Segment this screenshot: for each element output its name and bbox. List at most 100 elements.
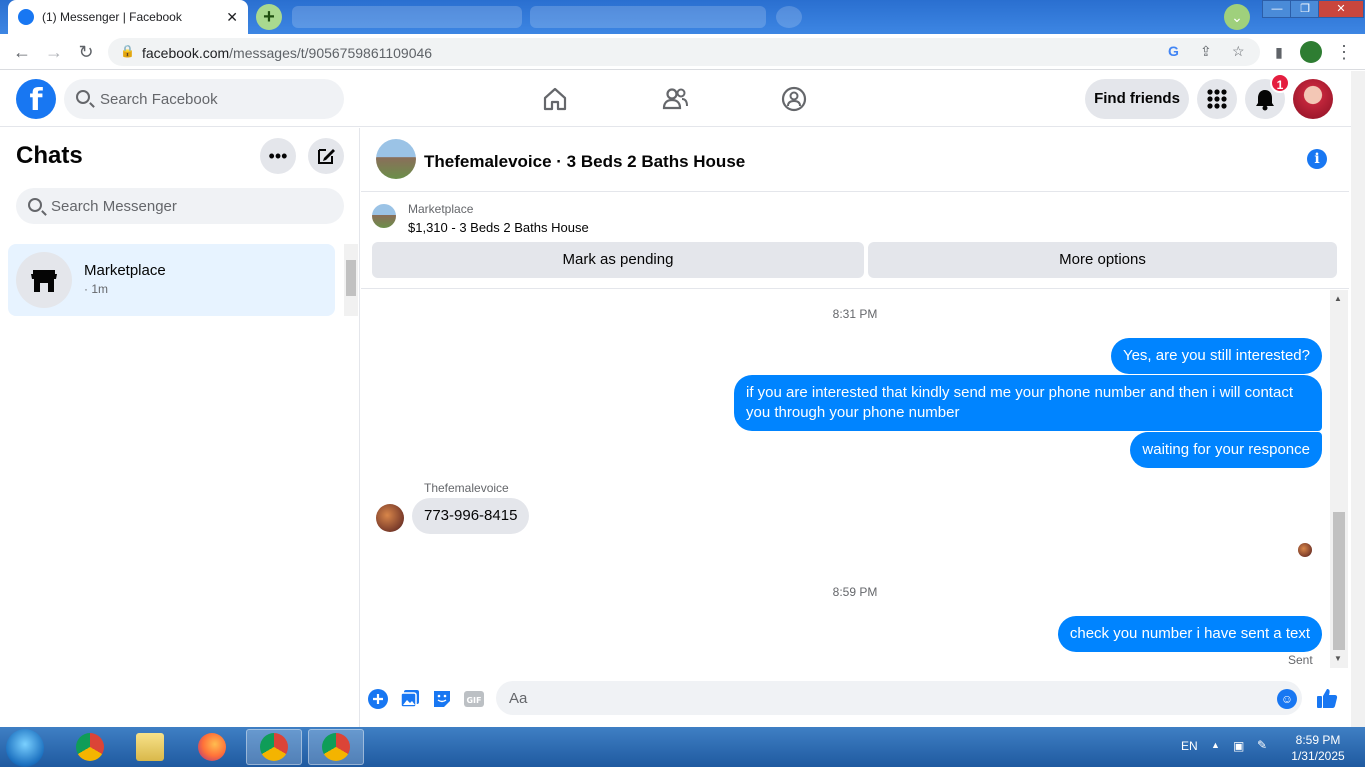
browser-toolbar: ← → ↻ 🔒 facebook.com/messages/t/90567598…	[0, 34, 1365, 70]
chrome-icon	[76, 733, 104, 761]
taskbar-firefox[interactable]	[184, 729, 240, 765]
taskbar-chrome-window-1[interactable]	[246, 729, 302, 765]
chrome-icon	[260, 733, 288, 761]
conversation-scrollbar[interactable]: ▲ ▼	[1330, 290, 1348, 668]
friends-icon[interactable]	[661, 85, 689, 113]
chats-sidebar: Chats ••• Search Messenger Marketplace ·…	[0, 128, 360, 727]
tab-search-chevron-icon[interactable]: ⌄	[1224, 4, 1250, 30]
outgoing-message[interactable]: Yes, are you still interested?	[1110, 338, 1322, 374]
listing-thumbnail[interactable]	[372, 204, 396, 228]
scroll-down-arrow-icon[interactable]: ▼	[1334, 654, 1342, 663]
sender-name: Thefemalevoice	[424, 481, 509, 495]
new-tab-button[interactable]: +	[256, 4, 282, 30]
message-composer: GIF Aa ☺	[361, 672, 1349, 726]
more-options-button[interactable]: More options	[868, 242, 1337, 278]
menu-grid-button[interactable]	[1197, 79, 1237, 119]
account-avatar[interactable]	[1293, 79, 1333, 119]
tab-close-icon[interactable]: ✕	[226, 9, 238, 26]
photo-icon[interactable]	[399, 688, 421, 710]
reload-icon[interactable]: ↻	[74, 40, 98, 64]
facebook-search-placeholder: Search Facebook	[100, 91, 218, 108]
browser-tab-messenger[interactable]: (1) Messenger | Facebook ✕	[8, 0, 248, 34]
sidebar-scrollbar[interactable]	[344, 244, 358, 316]
mark-as-pending-button[interactable]: Mark as pending	[372, 242, 864, 278]
share-icon[interactable]: ⇪	[1200, 43, 1212, 60]
new-message-button[interactable]	[308, 138, 344, 174]
chat-item-name: Marketplace	[84, 262, 166, 279]
clock-time: 8:59 PM	[1295, 733, 1341, 747]
compose-icon	[318, 149, 335, 164]
browser-tab-title: (1) Messenger | Facebook	[42, 10, 182, 24]
conversation-scrollbar-thumb[interactable]	[1333, 512, 1345, 650]
address-bar[interactable]: 🔒 facebook.com/messages/t/90567598611090…	[108, 38, 1260, 66]
search-messenger-input[interactable]: Search Messenger	[16, 188, 344, 224]
message-timestamp: 8:31 PM	[832, 307, 878, 321]
outgoing-message[interactable]: waiting for your responce	[1130, 432, 1322, 468]
taskbar-chrome-window-2[interactable]	[308, 729, 364, 765]
browser-tab-sheets[interactable]	[292, 6, 522, 28]
conversation-header: Thefemalevoice · 3 Beds 2 Baths House i	[361, 128, 1349, 192]
outgoing-message[interactable]: if you are interested that kindly send m…	[734, 375, 1322, 431]
marketplace-listing-panel: Marketplace $1,310 - 3 Beds 2 Baths Hous…	[361, 193, 1349, 289]
browser-tab-extra[interactable]	[776, 6, 802, 28]
start-button[interactable]	[6, 729, 44, 767]
emoji-icon[interactable]: ☺	[1277, 689, 1297, 709]
window-maximize-button[interactable]: ❐	[1290, 0, 1320, 18]
window-close-button[interactable]: ✕	[1318, 0, 1364, 18]
search-icon	[76, 90, 90, 104]
google-lens-icon[interactable]: G	[1168, 43, 1179, 59]
browser-tab-strip: (1) Messenger | Facebook ✕ + ⌄ — ❐ ✕	[0, 0, 1365, 34]
clock-date: 1/31/2025	[1291, 749, 1345, 763]
back-arrow-icon[interactable]: ←	[10, 40, 34, 64]
taskbar-file-explorer[interactable]	[122, 729, 178, 765]
conversation-title[interactable]: Thefemalevoice · 3 Beds 2 Baths House	[424, 152, 745, 172]
chrome-menu-icon[interactable]: ⋮	[1332, 40, 1356, 64]
info-icon[interactable]: i	[1307, 149, 1327, 169]
marketplace-label: Marketplace	[408, 202, 474, 216]
facebook-search-input[interactable]: Search Facebook	[64, 79, 344, 119]
message-timestamp: 8:59 PM	[832, 585, 878, 599]
incoming-message[interactable]: 773-996-8415	[412, 498, 530, 534]
groups-icon[interactable]	[780, 85, 808, 113]
window-minimize-button[interactable]: —	[1262, 0, 1292, 18]
sender-avatar[interactable]	[376, 504, 404, 532]
system-clock[interactable]: 8:59 PM 1/31/2025	[1280, 732, 1356, 764]
message-list: 8:31 PM Yes, are you still interested? i…	[361, 290, 1349, 670]
side-panel-icon[interactable]: ▮	[1267, 40, 1291, 64]
chrome-icon	[322, 733, 350, 761]
home-icon[interactable]	[541, 85, 569, 113]
gif-icon[interactable]: GIF	[463, 688, 485, 710]
forward-arrow-icon[interactable]: →	[42, 40, 66, 64]
bookmark-star-icon[interactable]: ☆	[1232, 43, 1245, 60]
profile-avatar-icon[interactable]	[1300, 41, 1322, 63]
conversation-avatar[interactable]	[376, 139, 416, 179]
outgoing-message[interactable]: check you number i have sent a text	[1057, 616, 1322, 652]
chats-title: Chats	[16, 142, 83, 169]
scroll-up-arrow-icon[interactable]: ▲	[1334, 294, 1342, 303]
sticker-icon[interactable]	[431, 688, 453, 710]
read-receipt-avatar	[1298, 543, 1312, 557]
svg-text:GIF: GIF	[466, 696, 481, 705]
show-hidden-icons-arrow-icon[interactable]: ▲	[1211, 740, 1220, 750]
lock-icon: 🔒	[120, 44, 135, 58]
find-friends-button[interactable]: Find friends	[1085, 79, 1189, 119]
folder-icon	[136, 733, 164, 761]
pen-icon[interactable]: ✎	[1257, 738, 1267, 752]
message-input-placeholder: Aa	[509, 690, 528, 707]
sidebar-scrollbar-thumb[interactable]	[346, 260, 356, 296]
taskbar-chrome[interactable]	[62, 729, 118, 765]
network-icon[interactable]: ▣	[1233, 739, 1244, 753]
browser-tab-image-host[interactable]	[530, 6, 766, 28]
message-input[interactable]: Aa	[496, 681, 1302, 715]
thumbs-up-icon[interactable]	[1315, 686, 1339, 710]
language-indicator[interactable]: EN	[1181, 739, 1198, 753]
chat-options-button[interactable]: •••	[260, 138, 296, 174]
listing-title[interactable]: $1,310 - 3 Beds 2 Baths House	[408, 220, 589, 235]
page-scrollbar[interactable]	[1351, 71, 1365, 727]
marketplace-avatar	[16, 252, 72, 308]
chat-item-time: · 1m	[84, 282, 108, 296]
facebook-logo-icon[interactable]: f	[16, 79, 56, 119]
chat-list-item-marketplace[interactable]: Marketplace · 1m	[8, 244, 335, 316]
plus-circle-icon[interactable]	[367, 688, 389, 710]
notification-count-badge: 1	[1270, 73, 1290, 93]
